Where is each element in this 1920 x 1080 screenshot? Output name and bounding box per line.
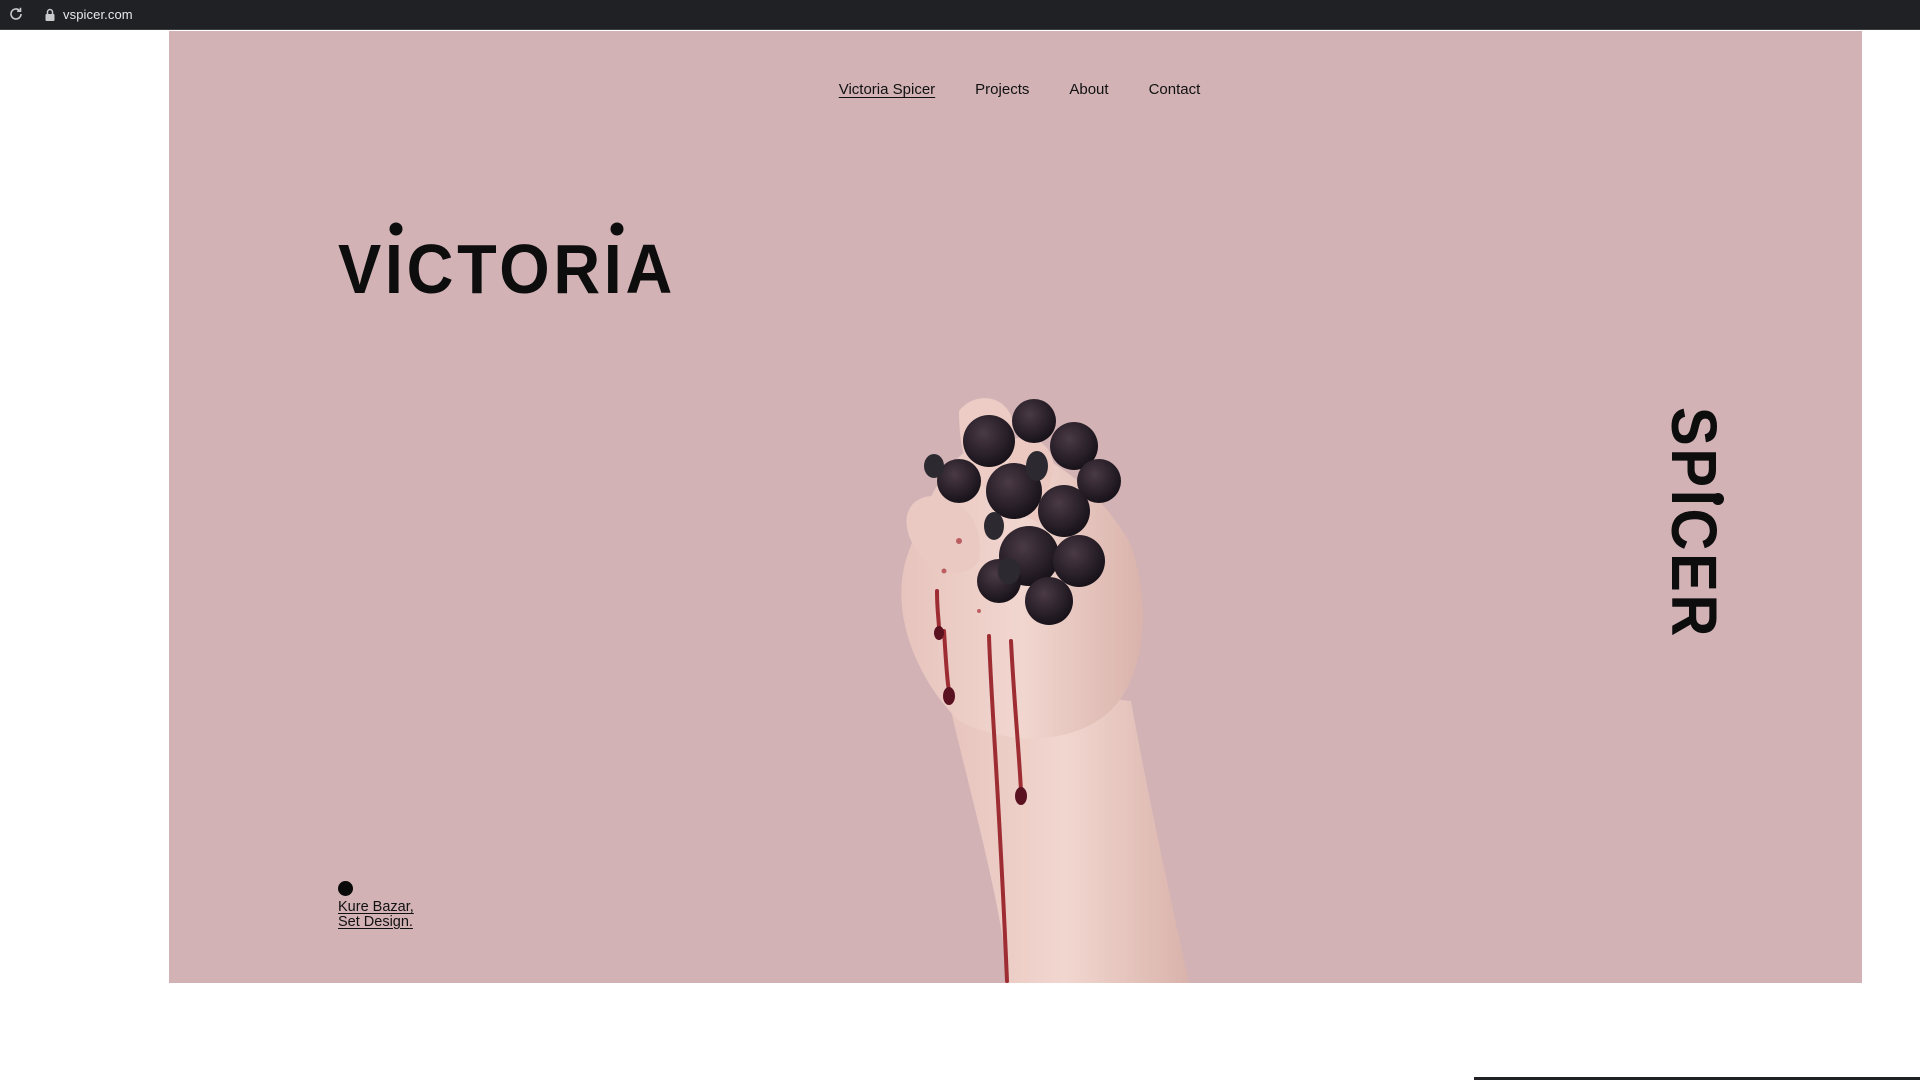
- caption-link-client[interactable]: Kure Bazar,: [338, 900, 414, 915]
- victoria-i1-dot: [389, 222, 403, 236]
- lock-icon[interactable]: [44, 8, 56, 22]
- caption-link-category[interactable]: Set Design.: [338, 915, 414, 930]
- wordmark-last-name: SPICER: [1658, 407, 1728, 639]
- hand-crushing-blackberries-image: [901, 398, 1189, 983]
- caption-bullet: [338, 881, 353, 896]
- nav-link-projects[interactable]: Projects: [975, 81, 1029, 98]
- nav-link-contact[interactable]: Contact: [1149, 81, 1201, 98]
- victoria-i2-dot: [610, 222, 624, 236]
- hero-section: Victoria Spicer Projects About Contact V…: [169, 31, 1862, 983]
- spicer-i-dot: [1712, 493, 1724, 505]
- project-caption: Kure Bazar, Set Design.: [338, 900, 414, 930]
- nav-link-about[interactable]: About: [1069, 81, 1108, 98]
- spicer-wordmark: SPICER: [1658, 407, 1728, 639]
- victoria-wordmark: VICTORIA: [338, 222, 676, 301]
- address-bar-url[interactable]: vspicer.com: [63, 7, 133, 22]
- browser-toolbar: vspicer.com: [0, 0, 1920, 30]
- reload-icon[interactable]: [8, 6, 24, 22]
- main-nav: Victoria Spicer Projects About Contact: [169, 81, 1862, 98]
- wordmark-first-name: VICTORIA: [338, 230, 676, 301]
- nav-link-home[interactable]: Victoria Spicer: [839, 81, 935, 98]
